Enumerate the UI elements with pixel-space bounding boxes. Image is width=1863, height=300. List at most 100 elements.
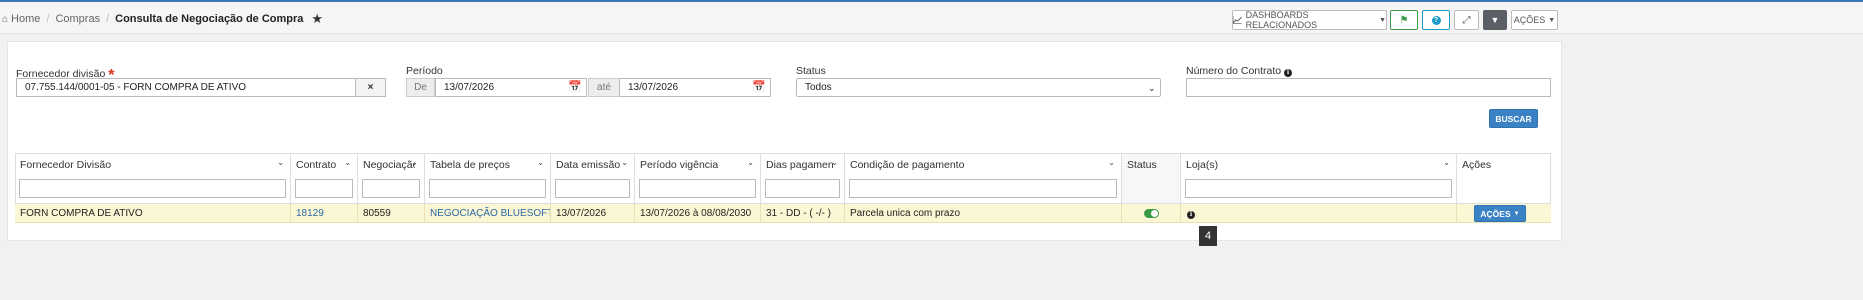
line-chart-icon (1233, 16, 1242, 24)
column-header-acoes: Ações (1457, 153, 1551, 203)
dashboards-label: DASHBOARDS RELACIONADOS (1245, 10, 1318, 30)
status-label: Status (796, 65, 826, 77)
filter-input-negociacao[interactable] (362, 179, 420, 198)
cell-dias: 31 - DD - ( -/- ) (761, 204, 845, 223)
calendar-icon[interactable]: 📅 (568, 80, 582, 93)
caret-down-icon: ▼ (1513, 210, 1520, 217)
filter-button[interactable]: ▼ (1483, 10, 1507, 30)
de-date-input[interactable]: 13/07/2026 (435, 78, 587, 97)
home-icon: ⌂ (2, 13, 9, 25)
column-label: Ações (1462, 159, 1492, 171)
column-label: Contrato (296, 159, 337, 171)
breadcrumb-separator: / (46, 13, 50, 25)
filter-input-lojas[interactable] (1185, 179, 1452, 198)
favorite-star-icon[interactable]: ★ (311, 11, 323, 27)
clear-icon: × (367, 82, 374, 93)
breadcrumb-separator: / (106, 13, 110, 25)
expand-button[interactable]: ⤢ (1454, 10, 1479, 30)
row-acoes-button[interactable]: AÇÕES ▼ (1474, 205, 1526, 222)
column-label: Período vigência (640, 159, 719, 171)
top-bar: ⌂ Home / Compras / Consulta de Negociaçã… (0, 2, 1863, 34)
table-row[interactable]: FORN COMPRA DE ATIVO 18129 80559 NEGOCIA… (15, 204, 1551, 223)
column-header-contrato[interactable]: Contrato ⌄ (291, 153, 358, 203)
expand-icon: ⤢ (1462, 14, 1471, 26)
filter-input-data-emissao[interactable] (555, 179, 630, 198)
caret-down-icon: ▼ (1379, 16, 1386, 24)
column-label: Status (1127, 159, 1157, 171)
caret-down-icon: ▼ (1548, 16, 1556, 24)
chevron-down-icon[interactable]: ⌄ (537, 158, 544, 167)
announcement-button[interactable]: ⚑ (1390, 10, 1418, 30)
de-addon: De (406, 78, 435, 97)
calendar-icon[interactable]: 📅 (752, 80, 766, 93)
column-header-periodo[interactable]: Período vigência ⌄ (635, 153, 761, 203)
status-toggle-icon[interactable] (1144, 209, 1159, 218)
breadcrumb-home[interactable]: Home (11, 13, 40, 25)
cell-lojas: i (1181, 204, 1457, 223)
column-header-status: Status (1122, 153, 1181, 203)
column-label: Tabela de preços (430, 159, 510, 171)
contrato-input[interactable] (1186, 78, 1551, 97)
bullhorn-icon: ⚑ (1399, 14, 1409, 26)
chevron-down-icon[interactable]: ⌄ (831, 158, 838, 167)
cell-data-emissao: 13/07/2026 (551, 204, 635, 223)
acoes-toolbar-button[interactable]: AÇÕES ▼ (1511, 10, 1558, 30)
contrato-label-text: Número do Contrato (1186, 65, 1282, 77)
column-header-negociacao[interactable]: Negociação ⌄ (358, 153, 425, 203)
cell-status (1122, 204, 1181, 223)
breadcrumb: ⌂ Home / Compras / Consulta de Negociaçã… (2, 11, 323, 27)
filter-input-contrato[interactable] (295, 179, 353, 198)
periodo-label: Período (406, 65, 443, 77)
ate-addon: até (588, 78, 620, 97)
column-label: Fornecedor Divisão (20, 159, 112, 171)
chevron-down-icon[interactable]: ⌄ (1108, 158, 1115, 167)
filter-input-condicao[interactable] (849, 179, 1117, 198)
chevron-down-icon[interactable]: ⌄ (277, 158, 284, 167)
clear-fornecedor-button[interactable]: × (355, 78, 386, 97)
cell-negociacao: 80559 (358, 204, 425, 223)
status-select[interactable]: Todos (796, 78, 1161, 97)
help-button[interactable]: ? (1422, 10, 1450, 30)
fornecedor-input[interactable]: 07.755.144/0001-05 - FORN COMPRA DE ATIV… (16, 78, 356, 97)
column-label: Dias pagamento (766, 159, 834, 171)
lojas-count-tooltip: 4 (1199, 226, 1217, 246)
chevron-down-icon[interactable]: ⌄ (344, 158, 351, 167)
acoes-label: AÇÕES (1513, 15, 1546, 25)
info-icon: i (1284, 69, 1293, 77)
breadcrumb-compras[interactable]: Compras (55, 13, 100, 25)
filter-input-dias[interactable] (765, 179, 840, 198)
dashboards-relacionados-button[interactable]: DASHBOARDS RELACIONADOS ▼ (1232, 10, 1387, 30)
column-label: Data emissão (556, 159, 621, 171)
column-header-fornecedor[interactable]: Fornecedor Divisão ⌄ (15, 153, 291, 203)
chevron-down-icon[interactable]: ⌄ (621, 158, 628, 167)
filter-input-tabela[interactable] (429, 179, 546, 198)
cell-contrato-link[interactable]: 18129 (291, 204, 358, 223)
chevron-down-icon[interactable]: ⌄ (411, 158, 418, 167)
question-circle-icon: ? (1431, 15, 1441, 25)
filter-input-periodo[interactable] (639, 179, 756, 198)
filter-input-fornecedor[interactable] (19, 179, 286, 198)
column-label: Loja(s) (1186, 159, 1219, 171)
contrato-label: Número do Contrato i (1186, 65, 1293, 77)
page-title: Consulta de Negociação de Compra (115, 13, 304, 25)
cell-fornecedor: FORN COMPRA DE ATIVO (15, 204, 291, 223)
chevron-down-icon[interactable]: ⌄ (1443, 158, 1450, 167)
column-label: Condição de pagamento (850, 159, 965, 171)
column-header-tabela[interactable]: Tabela de preços ⌄ (425, 153, 551, 203)
chevron-down-icon: ⌄ (1148, 83, 1156, 93)
column-header-data-emissao[interactable]: Data emissão ⌄ (551, 153, 635, 203)
results-grid: Fornecedor Divisão ⌄ Contrato ⌄ Negociaç… (15, 153, 1551, 223)
column-label: Negociação (363, 159, 415, 171)
row-acoes-label: AÇÕES (1480, 208, 1511, 219)
filter-icon: ▼ (1490, 15, 1500, 25)
cell-periodo: 13/07/2026 à 08/08/2030 (635, 204, 761, 223)
chevron-down-icon[interactable]: ⌄ (747, 158, 754, 167)
cell-condicao: Parcela unica com prazo (845, 204, 1122, 223)
column-header-condicao[interactable]: Condição de pagamento ⌄ (845, 153, 1122, 203)
buscar-button[interactable]: BUSCAR (1489, 109, 1538, 128)
ate-date-input[interactable]: 13/07/2026 (619, 78, 771, 97)
info-icon[interactable]: i (1187, 211, 1195, 219)
column-header-dias[interactable]: Dias pagamento ⌄ (761, 153, 845, 203)
column-header-lojas[interactable]: Loja(s) ⌄ (1181, 153, 1457, 203)
cell-tabela-link[interactable]: NEGOCIAÇÃO BLUESOFT (425, 204, 551, 223)
